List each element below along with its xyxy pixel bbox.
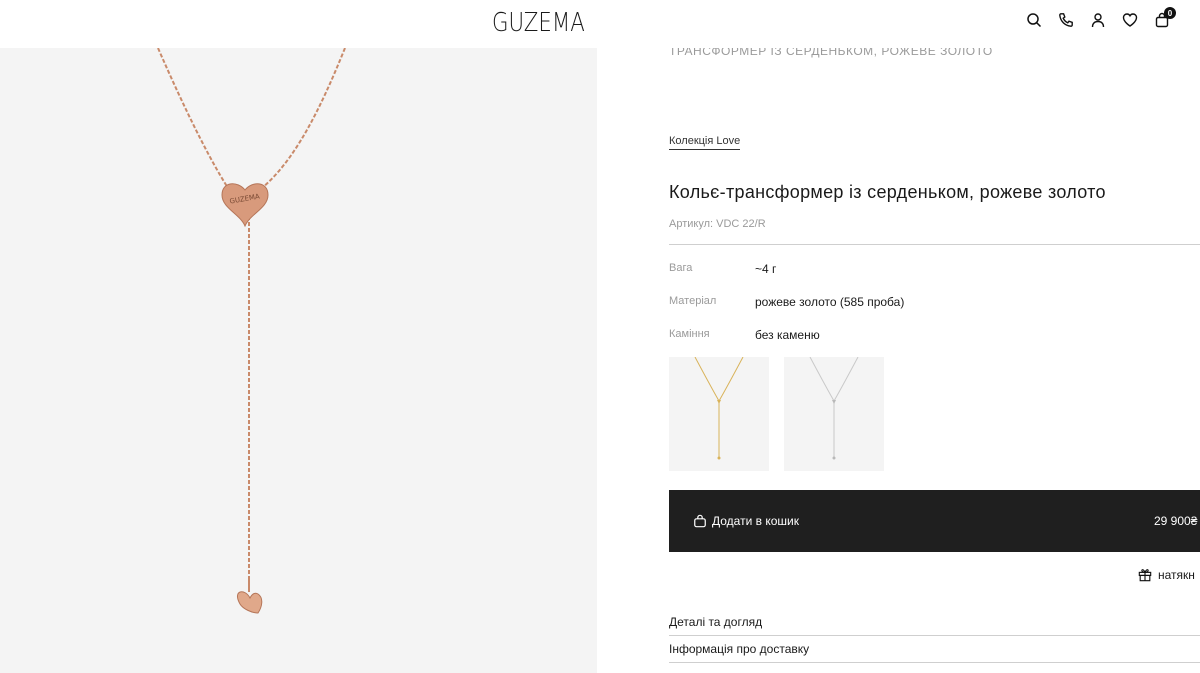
- divider: [669, 244, 1200, 245]
- spec-label: Вага: [669, 262, 693, 274]
- divider: [669, 662, 1200, 663]
- heart-icon[interactable]: [1122, 12, 1138, 28]
- spec-value: рожеве золото (585 проба): [755, 295, 905, 309]
- spec-value: ~4 г: [755, 262, 777, 276]
- variant-yellow-gold[interactable]: [669, 357, 769, 471]
- spec-value: без каменю: [755, 328, 820, 342]
- collection-link[interactable]: Колекція Love: [669, 135, 741, 150]
- accordion-details[interactable]: Деталі та догляд: [669, 615, 1200, 629]
- accordion-delivery[interactable]: Інформація про доставку: [669, 642, 1200, 656]
- phone-icon[interactable]: [1058, 12, 1074, 28]
- variant-thumbnail: [809, 357, 859, 460]
- gift-hint-label: натякн: [1158, 568, 1195, 582]
- necklace-image: GUZEMA: [157, 48, 346, 614]
- header-icons: 0: [1026, 7, 1176, 28]
- product-info: ТРАНСФОРМЕР ІЗ СЕРДЕНЬКОМ, РОЖЕВЕ ЗОЛОТО…: [669, 0, 1200, 673]
- gift-icon: [1138, 569, 1152, 582]
- gift-hint-link[interactable]: натякн: [1138, 568, 1195, 582]
- accordion-label: Деталі та догляд: [669, 615, 763, 629]
- bag-icon[interactable]: 0: [1154, 7, 1176, 28]
- cart-count-badge: 0: [1164, 7, 1176, 19]
- accordion-label: Інформація про доставку: [669, 642, 810, 656]
- brand-logo[interactable]: GUZEMA: [492, 8, 585, 38]
- divider: [669, 635, 1200, 636]
- add-to-cart-button[interactable]: Додати в кошик 29 900₴: [669, 490, 1200, 552]
- site-header: GUZEMA 0: [0, 0, 1200, 48]
- product-title: Кольє-трансформер із серденьком, рожеве …: [669, 182, 1106, 202]
- product-image[interactable]: GUZEMA: [0, 48, 597, 673]
- product-sku: Артикул: VDC 22/R: [669, 218, 766, 230]
- search-icon[interactable]: [1026, 12, 1042, 28]
- product-price: 29 900₴: [1154, 514, 1198, 528]
- spec-label: Матеріал: [669, 295, 717, 307]
- variant-white-gold[interactable]: [784, 357, 884, 471]
- user-icon[interactable]: [1090, 12, 1106, 28]
- bag-icon: [694, 514, 706, 528]
- add-to-cart-label: Додати в кошик: [712, 514, 799, 528]
- spec-label: Каміння: [669, 328, 710, 340]
- variant-thumbnail: [694, 357, 744, 460]
